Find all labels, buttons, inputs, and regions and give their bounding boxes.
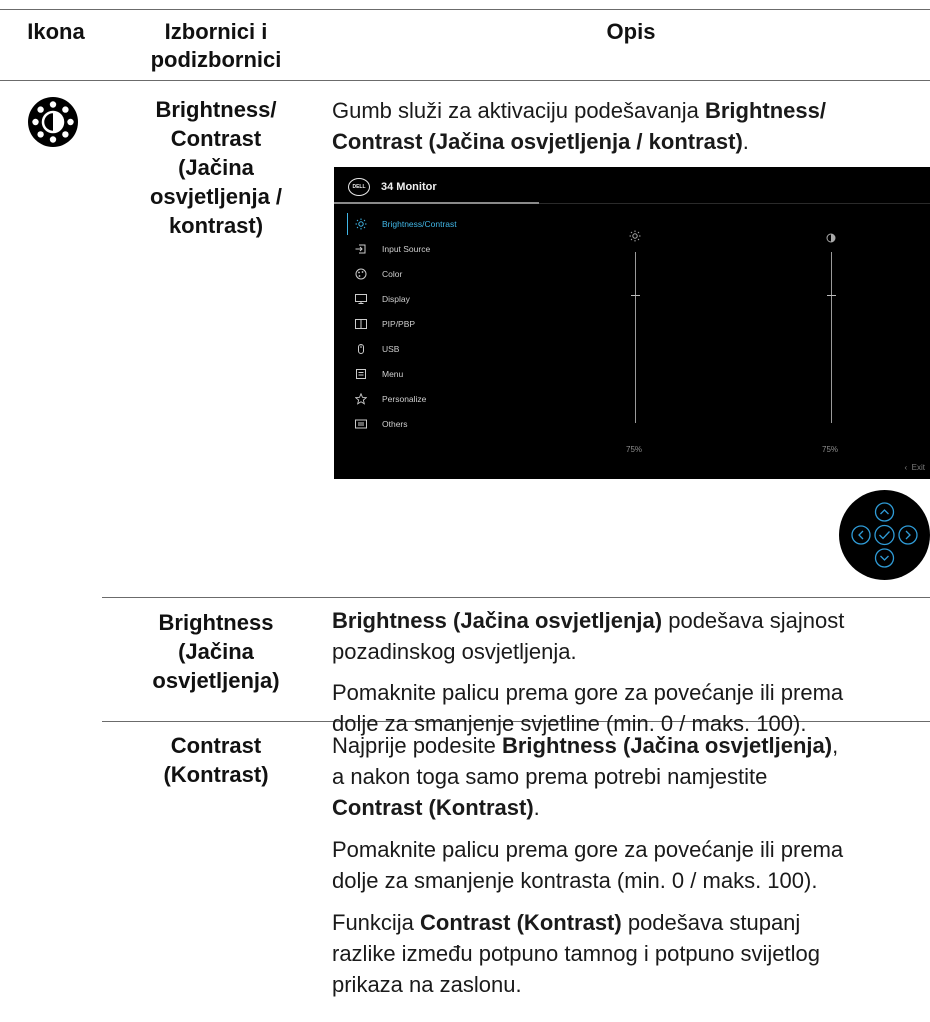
desc-text: podešava sjajnost bbox=[662, 608, 845, 633]
brightness-contrast-icon bbox=[27, 96, 79, 148]
osd-menu-item-usb[interactable]: USB bbox=[344, 340, 534, 358]
desc-text: dolje za smanjenje kontrasta (min. 0 / m… bbox=[332, 868, 818, 893]
subtable-top-rule bbox=[102, 597, 930, 598]
menu-icon bbox=[348, 368, 374, 380]
header-icon-column: Ikona bbox=[27, 19, 85, 44]
osd-menu-label: Color bbox=[382, 269, 403, 279]
menu-name-line: (Kontrast) bbox=[163, 762, 269, 787]
osd-menu-label: Brightness/Contrast bbox=[382, 219, 457, 229]
desc-text: Pomaknite palicu prema gore za povećanje… bbox=[332, 680, 844, 705]
desc-text: . bbox=[533, 795, 540, 820]
desc-text: . bbox=[742, 129, 749, 154]
osd-menu-item-color[interactable]: Color bbox=[344, 265, 534, 283]
header-description-column: Opis bbox=[606, 19, 656, 44]
color-palette-icon bbox=[348, 268, 374, 280]
osd-menu-item-personalize[interactable]: Personalize bbox=[344, 390, 534, 408]
menu-name-line: (Jačina bbox=[178, 639, 254, 664]
brightness-contrast-description: Gumb služi za aktivaciju podešavanja Bri… bbox=[332, 95, 922, 157]
osd-brightness-value: 75% bbox=[626, 445, 643, 454]
chevron-left-icon: ‹ bbox=[904, 463, 908, 472]
table-top-rule bbox=[0, 9, 930, 10]
brightness-icon bbox=[348, 218, 374, 230]
desc-text: pozadinskog osvjetljenja. bbox=[332, 639, 577, 664]
desc-bold: Contrast (Kontrast) bbox=[420, 910, 622, 935]
header-menu-column: Izbornici i podizbornici bbox=[118, 18, 314, 74]
desc-bold: Brightness (Jačina osvjetljenja) bbox=[332, 608, 663, 633]
desc-bold: Contrast (Kontrast) bbox=[332, 795, 534, 820]
osd-menu-label: Menu bbox=[382, 369, 404, 379]
desc-text: a nakon toga samo prema potrebi namjesti… bbox=[332, 764, 768, 789]
header-menu-line2: podizbornici bbox=[150, 47, 282, 72]
osd-menu-label: USB bbox=[382, 344, 400, 354]
osd-menu-item-input-source[interactable]: Input Source bbox=[344, 240, 534, 258]
star-icon bbox=[348, 393, 374, 405]
brightness-contrast-menu-name: Brightness/ Contrast (Jačina osvjetljenj… bbox=[118, 95, 314, 240]
osd-header-highlight bbox=[334, 202, 539, 204]
menu-name-line: Contrast bbox=[170, 733, 262, 758]
pip-pbp-icon bbox=[348, 318, 374, 330]
osd-menu-screenshot: DELL 34 Monitor Brightness/Contrast Inpu… bbox=[334, 167, 930, 479]
usb-icon bbox=[348, 343, 374, 355]
osd-menu-item-brightness-contrast[interactable]: Brightness/Contrast bbox=[344, 215, 534, 233]
osd-menu-label: Display bbox=[382, 294, 410, 304]
menu-name-line: osvjetljenja) bbox=[152, 668, 280, 693]
desc-text: , bbox=[832, 733, 839, 758]
menu-name-line: Brightness bbox=[158, 610, 274, 635]
osd-contrast-slider-thumb[interactable] bbox=[827, 295, 836, 296]
menu-name-line: kontrast) bbox=[168, 213, 264, 238]
osd-menu-item-others[interactable]: Others bbox=[344, 415, 534, 433]
left-arrow-icon bbox=[851, 525, 871, 545]
brightness-description: Brightness (Jačina osvjetljenja) podešav… bbox=[332, 605, 922, 739]
desc-bold: Contrast (Jačina osvjetljenja / kontrast… bbox=[332, 129, 743, 154]
menu-name-line: Brightness/ bbox=[155, 97, 277, 122]
input-source-icon bbox=[348, 243, 374, 255]
contrast-description: Najprije podesite Brightness (Jačina osv… bbox=[332, 730, 922, 1000]
osd-menu-item-pip-pbp[interactable]: PIP/PBP bbox=[344, 315, 534, 333]
osd-brightness-slider[interactable] bbox=[635, 252, 636, 423]
osd-brightness-sun-icon bbox=[629, 229, 641, 247]
contrast-menu-name: Contrast (Kontrast) bbox=[118, 731, 314, 789]
header-bottom-rule bbox=[0, 80, 930, 81]
menu-name-line: Contrast bbox=[170, 126, 262, 151]
ok-check-icon bbox=[874, 524, 895, 546]
desc-text: Najprije podesite bbox=[332, 733, 502, 758]
others-icon bbox=[348, 418, 374, 430]
osd-exit-label: Exit bbox=[911, 463, 925, 472]
down-arrow-icon bbox=[874, 548, 895, 568]
desc-text: prikaza na zaslonu. bbox=[332, 972, 522, 997]
joystick-controller-icon bbox=[839, 490, 930, 580]
osd-menu-item-menu[interactable]: Menu bbox=[344, 365, 534, 383]
osd-model-title: 34 Monitor bbox=[381, 181, 437, 193]
desc-text: Funkcija bbox=[332, 910, 421, 935]
desc-text: Gumb služi za aktivaciju podešavanja bbox=[332, 98, 705, 123]
up-arrow-icon bbox=[874, 502, 895, 522]
osd-menu-item-display[interactable]: Display bbox=[344, 290, 534, 308]
desc-bold: Brightness/ bbox=[704, 98, 826, 123]
desc-text: razlike između potpuno tamnog i potpuno … bbox=[332, 941, 820, 966]
brightness-menu-name: Brightness (Jačina osvjetljenja) bbox=[118, 608, 314, 695]
desc-text: podešava stupanj bbox=[621, 910, 801, 935]
osd-menu-label: Input Source bbox=[382, 244, 431, 254]
osd-contrast-value: 75% bbox=[822, 445, 839, 454]
menu-name-line: (Jačina bbox=[178, 155, 254, 180]
right-arrow-icon bbox=[898, 525, 918, 545]
desc-text: Pomaknite palicu prema gore za povećanje… bbox=[332, 837, 844, 862]
osd-menu-label: Others bbox=[382, 419, 408, 429]
menu-name-line: osvjetljenja / bbox=[149, 184, 283, 209]
osd-menu-label: PIP/PBP bbox=[382, 319, 416, 329]
osd-menu-label: Personalize bbox=[382, 394, 427, 404]
osd-contrast-slider[interactable] bbox=[831, 252, 832, 423]
dell-logo: DELL bbox=[348, 178, 370, 196]
osd-brightness-slider-thumb[interactable] bbox=[631, 295, 640, 296]
header-menu-line1: Izbornici i bbox=[164, 19, 268, 44]
osd-exit-button[interactable]: ‹ Exit bbox=[905, 463, 925, 472]
osd-contrast-half-circle-icon bbox=[826, 230, 836, 248]
desc-bold: Brightness (Jačina osvjetljenja) bbox=[501, 733, 833, 758]
display-icon bbox=[348, 293, 374, 305]
